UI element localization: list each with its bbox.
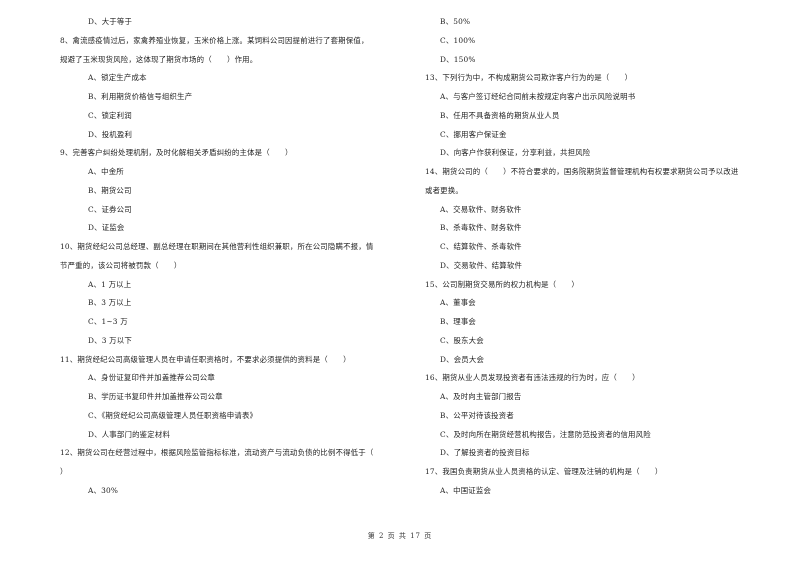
answer-option: B、期货公司 <box>88 185 132 195</box>
answer-option: D、证监会 <box>88 223 125 233</box>
answer-option: D、会员大会 <box>440 354 485 364</box>
answer-option: B、任用不具备资格的期货从业人员 <box>440 110 560 120</box>
answer-option: D、交易软件、结算软件 <box>440 260 523 270</box>
answer-option: D、150% <box>440 54 476 64</box>
question-text-line: 17、我国负责期货从业人员资格的认定、管理及注销的机构是（ ） <box>425 467 663 476</box>
question-stem: 10、期货经纪公司总经理、副总经理在职期间在其他营利性组织兼职，所在公司隐瞒不报… <box>60 238 405 276</box>
question-stem: 8、禽流感疫情过后，家禽养殖业恢复，玉米价格上涨。某饲料公司因提前进行了套期保值… <box>60 32 405 70</box>
right-column: B、50% C、100% D、150% 13、下列行为中，不构成期货公司欺诈客户行为的… <box>425 13 775 501</box>
answer-option: B、杀毒软件、财务软件 <box>440 223 522 233</box>
answer-option: D、投机盈利 <box>88 129 133 139</box>
answer-option: C、挪用客户保证金 <box>440 129 507 139</box>
answer-option: B、理事会 <box>440 317 476 326</box>
answer-option: C、1~3 万 <box>88 317 128 326</box>
answer-option: A、交易软件、财务软件 <box>440 204 522 214</box>
answer-option: C、股东大会 <box>440 335 484 345</box>
answer-option: B、利用期货价格信号组织生产 <box>88 92 193 101</box>
answer-option: D、向客户作获利保证，分享利益，共担风险 <box>440 148 591 158</box>
answer-option: B、学历证书复印件并加盖推荐公司公章 <box>88 392 223 401</box>
answer-option: A、与客户签订经纪合同前未按规定向客户出示风险说明书 <box>440 92 636 101</box>
question-text-line: 或者更换。 <box>425 185 463 195</box>
answer-option: D、大于等于 <box>88 17 133 26</box>
question-stem: 15、公司制期货交易所的权力机构是（ ） <box>425 276 775 295</box>
answer-option: C、及时向所在期货经营机构报告，注意防范投资者的信用风险 <box>440 429 651 439</box>
answer-option: D、3 万以下 <box>88 335 132 345</box>
answer-option: B、公平对待该投资者 <box>440 410 514 420</box>
question-text-line: 16、期货从业人员发现投资者有违法违规的行为时，应（ ） <box>425 373 640 383</box>
question-text-line: ） <box>60 467 68 476</box>
left-column: D、大于等于 8、禽流感疫情过后，家禽养殖业恢复，玉米价格上涨。某饲料公司因提前进… <box>60 13 405 501</box>
answer-option: D、人事部门的鉴定材料 <box>88 429 171 439</box>
question-stem: 14、期货公司的（ ）不符合要求的，国务院期货监督管理机构有权要求期货公司予以改… <box>425 163 775 201</box>
question-text-line: 14、期货公司的（ ）不符合要求的，国务院期货监督管理机构有权要求期货公司予以改… <box>425 167 739 176</box>
question-stem: 17、我国负责期货从业人员资格的认定、管理及注销的机构是（ ） <box>425 463 775 482</box>
question-stem: 13、下列行为中，不构成期货公司欺诈客户行为的是（ ） <box>425 69 775 88</box>
question-text-line: 9、完善客户纠纷处理机制，及时化解相关矛盾纠纷的主体是（ ） <box>60 148 293 158</box>
answer-option: C、《期货经纪公司高级管理人员任职资格申请表》 <box>88 410 258 420</box>
answer-option: A、身份证复印件并加盖推荐公司公章 <box>88 373 215 383</box>
question-text-line: 节严重的，该公司将被罚款（ ） <box>60 260 182 270</box>
answer-option: A、锁定生产成本 <box>88 73 147 83</box>
answer-option: A、董事会 <box>440 298 476 308</box>
question-text-line: 15、公司制期货交易所的权力机构是（ ） <box>425 279 580 289</box>
question-text-line: 规避了玉米现货风险，这体现了期货市场的（ ）作用。 <box>60 54 258 64</box>
answer-option: A、及时向主管部门报告 <box>440 392 522 401</box>
question-stem: 11、期货经纪公司高级管理人员在申请任职资格时，不要求必须提供的资料是（ ） <box>60 351 405 370</box>
answer-option: A、30% <box>88 485 119 495</box>
question-stem: 16、期货从业人员发现投资者有违法违规的行为时，应（ ） <box>425 369 775 388</box>
answer-option: C、100% <box>440 35 476 45</box>
question-text-line: 12、期货公司在经营过程中，根据风险监管指标标准，流动资产与流动负债的比例不得低… <box>60 448 374 458</box>
question-text-line: 10、期货经纪公司总经理、副总经理在职期间在其他营利性组织兼职，所在公司隐瞒不报… <box>60 242 374 251</box>
question-text-line: 13、下列行为中，不构成期货公司欺诈客户行为的是（ ） <box>425 73 633 83</box>
answer-option: C、锁定利润 <box>88 110 132 120</box>
answer-option: A、1 万以上 <box>88 279 132 289</box>
answer-option: B、3 万以上 <box>88 298 132 308</box>
question-text-line: 8、禽流感疫情过后，家禽养殖业恢复，玉米价格上涨。某饲料公司因提前进行了套期保值… <box>60 35 369 45</box>
page-footer: 第 2 页 共 17 页 <box>367 532 433 540</box>
answer-option: C、证券公司 <box>88 204 132 214</box>
question-stem: 9、完善客户纠纷处理机制，及时化解相关矛盾纠纷的主体是（ ） <box>60 144 405 163</box>
answer-option: A、中国证监会 <box>440 485 492 495</box>
answer-option: A、中金所 <box>88 167 124 176</box>
answer-option: D、了解投资者的投资目标 <box>440 448 530 458</box>
question-text-line: 11、期货经纪公司高级管理人员在申请任职资格时，不要求必须提供的资料是（ ） <box>60 354 351 364</box>
answer-option: B、50% <box>440 17 471 26</box>
answer-option: C、结算软件、杀毒软件 <box>440 242 522 251</box>
question-stem: 12、期货公司在经营过程中，根据风险监管指标标准，流动资产与流动负债的比例不得低… <box>60 444 405 482</box>
